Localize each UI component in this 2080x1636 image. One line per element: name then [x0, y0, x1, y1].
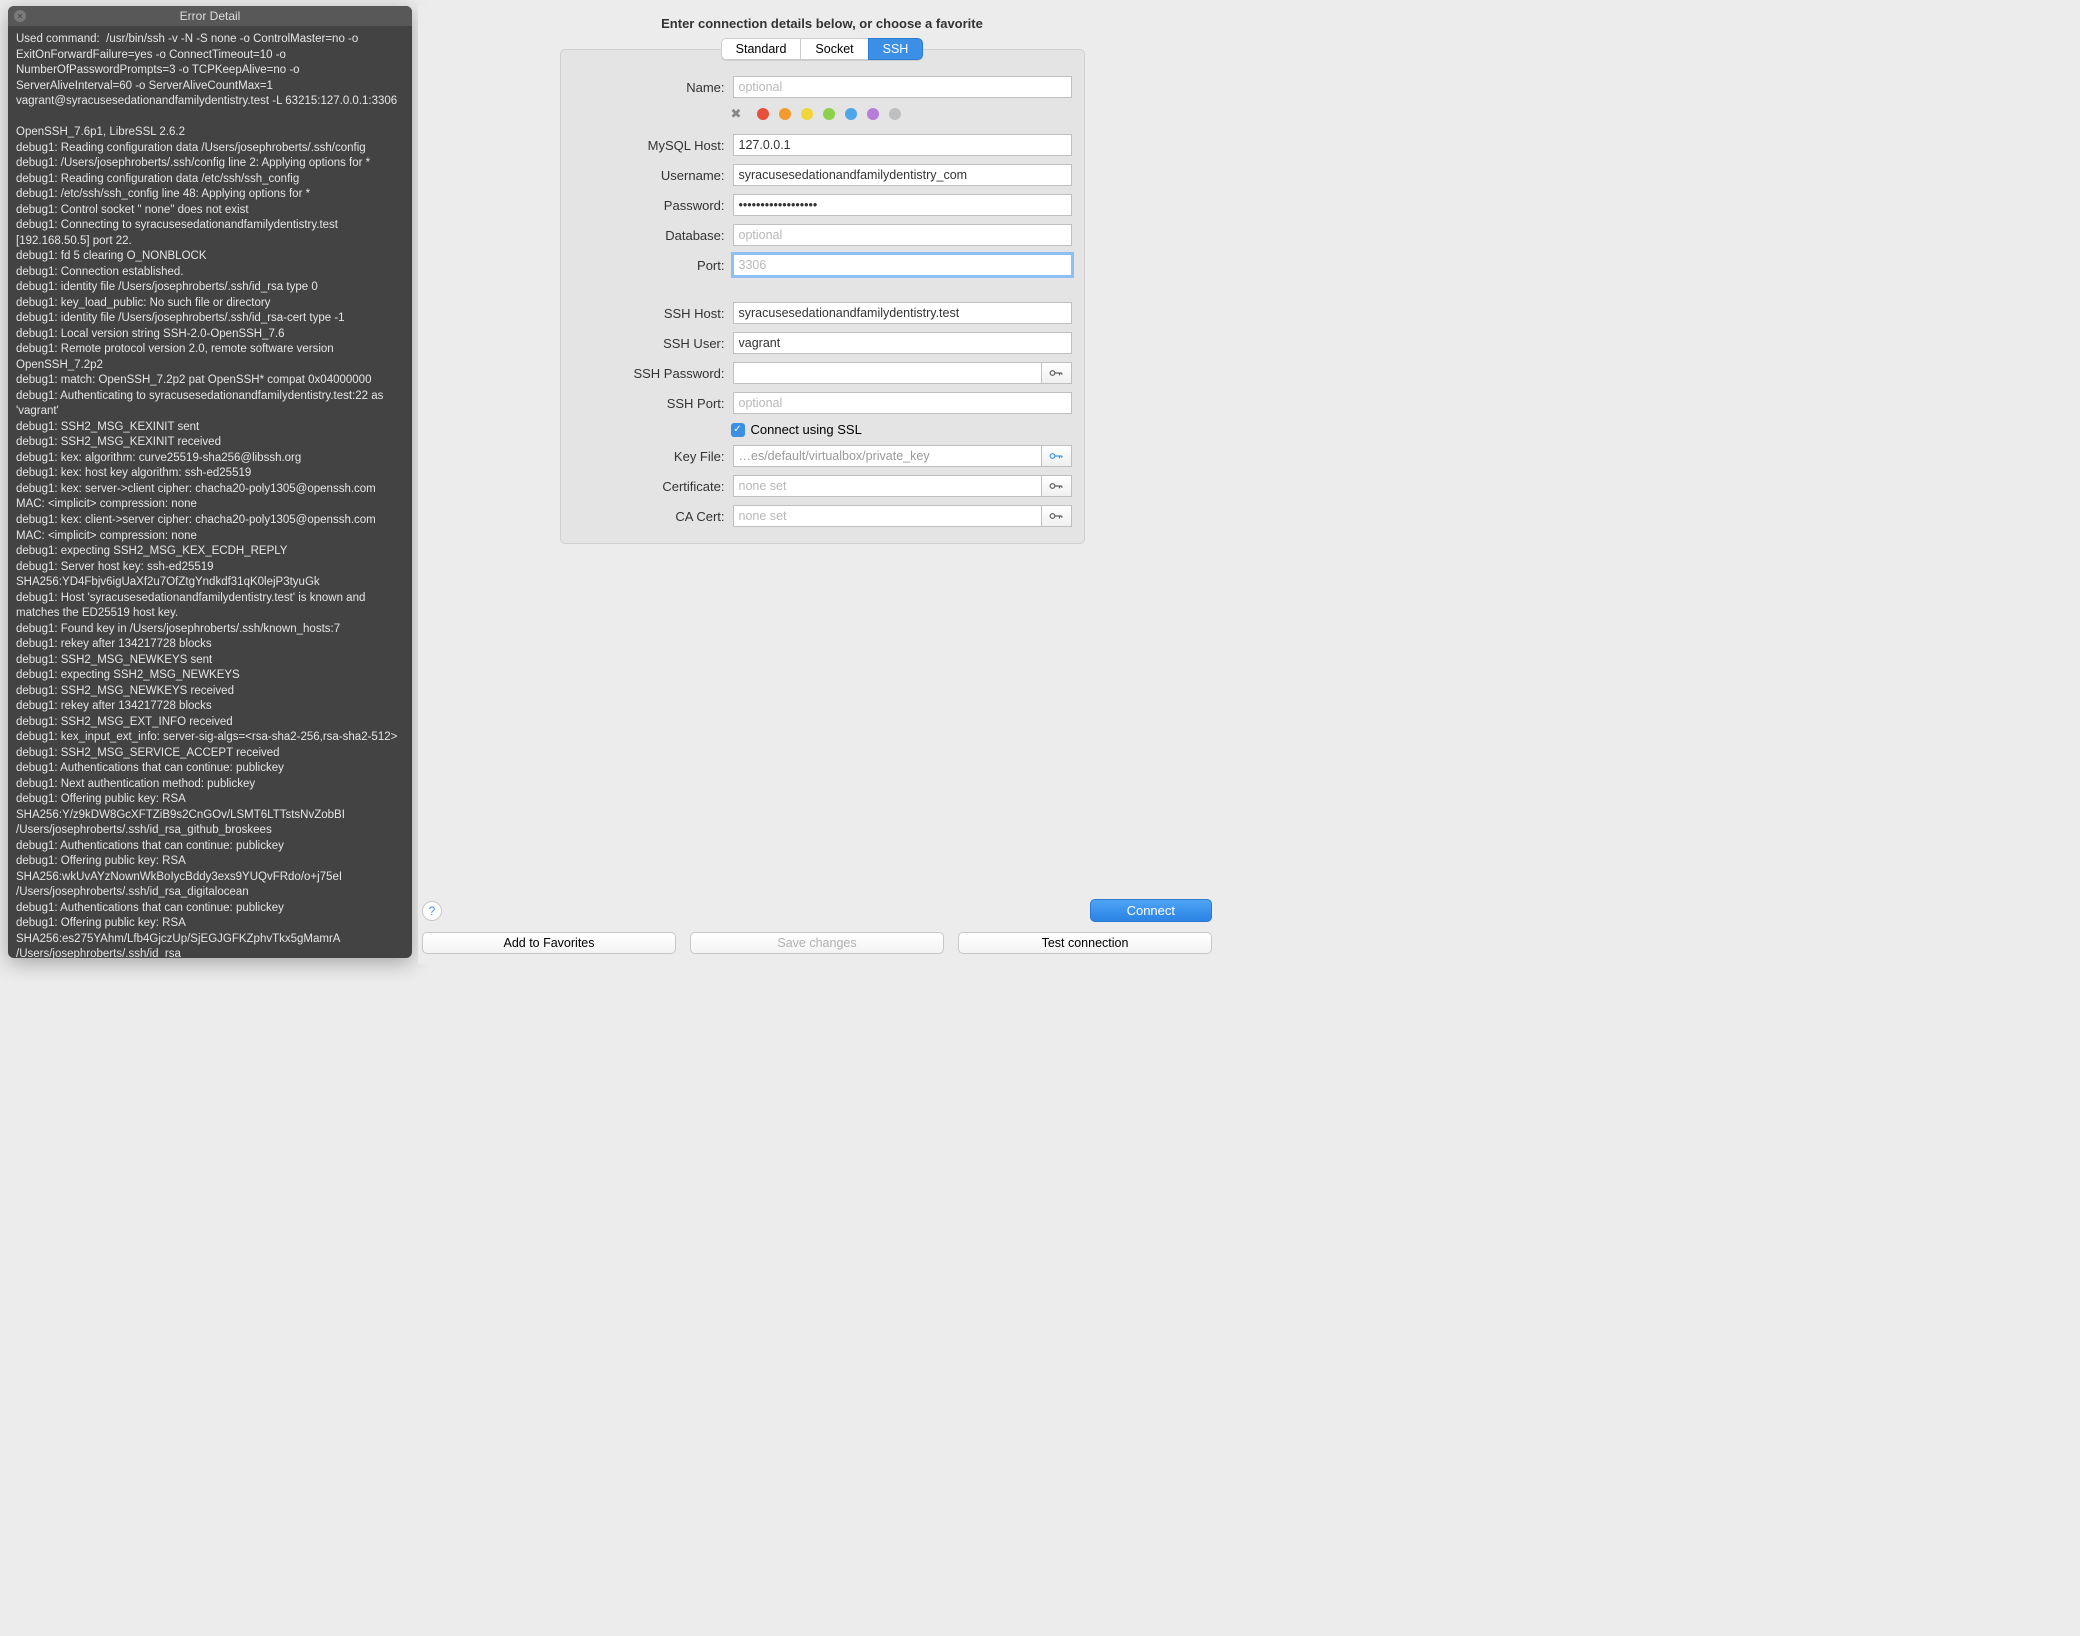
password-label: Password:: [573, 198, 733, 213]
name-label: Name:: [573, 80, 733, 95]
database-input[interactable]: [733, 224, 1072, 246]
color-tag-row: ✖: [561, 102, 1084, 130]
color-tag-green[interactable]: [823, 108, 835, 120]
color-tag-red[interactable]: [757, 108, 769, 120]
port-input[interactable]: [733, 254, 1072, 276]
add-to-favorites-button[interactable]: Add to Favorites: [422, 932, 676, 954]
ssh-port-input[interactable]: [733, 392, 1072, 414]
key-icon: [1049, 481, 1063, 491]
ssl-checkbox[interactable]: ✓: [731, 423, 745, 437]
tab-standard[interactable]: Standard: [721, 38, 801, 60]
key-icon: [1049, 451, 1063, 461]
color-tag-orange[interactable]: [779, 108, 791, 120]
clear-color-icon[interactable]: ✖: [731, 106, 742, 122]
database-label: Database:: [573, 228, 733, 243]
color-tag-gray[interactable]: [889, 108, 901, 120]
key-file-chooser-button[interactable]: [1042, 445, 1072, 467]
ssh-port-label: SSH Port:: [573, 396, 733, 411]
color-tag-yellow[interactable]: [801, 108, 813, 120]
connection-pane: Enter connection details below, or choos…: [418, 6, 1226, 964]
error-body-text[interactable]: Used command: /usr/bin/ssh -v -N -S none…: [8, 26, 412, 958]
certificate-input[interactable]: [733, 475, 1042, 497]
ca-cert-chooser-button[interactable]: [1042, 505, 1072, 527]
ssh-user-input[interactable]: [733, 332, 1072, 354]
ca-cert-input[interactable]: [733, 505, 1042, 527]
key-file-label: Key File:: [573, 449, 733, 464]
ssh-password-label: SSH Password:: [573, 366, 733, 381]
key-icon: [1049, 368, 1063, 378]
port-label: Port:: [573, 258, 733, 273]
save-changes-button[interactable]: Save changes: [690, 932, 944, 954]
mysql-host-input[interactable]: [733, 134, 1072, 156]
username-input[interactable]: [733, 164, 1072, 186]
ssh-password-input[interactable]: [733, 362, 1042, 384]
ssh-host-input[interactable]: [733, 302, 1072, 324]
error-title: Error Detail: [8, 9, 412, 23]
error-detail-popover: ✕ Error Detail Used command: /usr/bin/ss…: [8, 6, 412, 958]
action-row: Add to Favorites Save changes Test conne…: [418, 932, 1216, 954]
tab-socket[interactable]: Socket: [800, 38, 867, 60]
key-icon: [1049, 511, 1063, 521]
name-input[interactable]: [733, 76, 1072, 98]
error-titlebar: ✕ Error Detail: [8, 6, 412, 26]
connection-type-tabs: Standard Socket SSH: [561, 38, 1084, 60]
tab-ssh[interactable]: SSH: [868, 38, 924, 60]
color-tag-blue[interactable]: [845, 108, 857, 120]
password-input[interactable]: [733, 194, 1072, 216]
ssh-keyfile-button[interactable]: [1042, 362, 1072, 384]
ssh-host-label: SSH Host:: [573, 306, 733, 321]
connect-bar: ? Connect: [418, 899, 1216, 922]
username-label: Username:: [573, 168, 733, 183]
certificate-chooser-button[interactable]: [1042, 475, 1072, 497]
connect-button[interactable]: Connect: [1090, 899, 1212, 922]
test-connection-button[interactable]: Test connection: [958, 932, 1212, 954]
help-button[interactable]: ?: [422, 901, 442, 921]
certificate-label: Certificate:: [573, 479, 733, 494]
mysql-host-label: MySQL Host:: [573, 138, 733, 153]
key-file-input[interactable]: [733, 445, 1042, 467]
ca-cert-label: CA Cert:: [573, 509, 733, 524]
ssl-checkbox-label: Connect using SSL: [751, 422, 862, 437]
connection-form: Standard Socket SSH Name: ✖ MySQL Host: …: [560, 49, 1085, 544]
color-tag-purple[interactable]: [867, 108, 879, 120]
ssh-user-label: SSH User:: [573, 336, 733, 351]
